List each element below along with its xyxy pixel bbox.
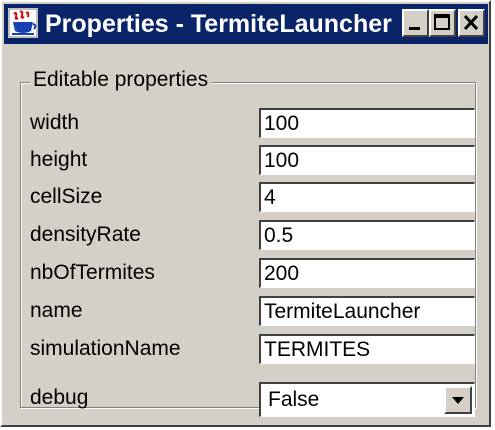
dropdown-button[interactable]: [444, 386, 472, 414]
minimize-button[interactable]: [402, 9, 429, 37]
maximize-button[interactable]: [429, 9, 456, 37]
name-field[interactable]: [259, 296, 475, 326]
title-bar[interactable]: Properties - TermiteLauncher: [4, 4, 488, 44]
label-densityrate: densityRate: [30, 223, 141, 246]
label-cellsize: cellSize: [30, 185, 103, 208]
debug-selected-value: False: [268, 388, 320, 411]
label-width: width: [30, 111, 80, 134]
window-title: Properties - TermiteLauncher: [45, 10, 392, 38]
label-simulationname: simulationName: [30, 337, 181, 360]
properties-window: Properties - TermiteLauncher Editable pr…: [0, 0, 491, 427]
simulationname-field[interactable]: [259, 334, 475, 364]
cellsize-field[interactable]: [259, 182, 475, 212]
java-cup-icon: [8, 8, 38, 38]
minimize-icon: [409, 27, 420, 30]
label-name: name: [30, 299, 83, 322]
close-icon: [463, 14, 479, 31]
chevron-down-icon: [452, 397, 464, 404]
densityrate-field[interactable]: [259, 220, 475, 250]
label-nboftermites: nbOfTermites: [30, 261, 155, 284]
label-height: height: [30, 148, 88, 171]
nboftermites-field[interactable]: [259, 258, 475, 288]
width-field[interactable]: [259, 108, 475, 138]
maximize-icon: [434, 14, 450, 30]
label-debug: debug: [30, 386, 89, 409]
close-button[interactable]: [458, 9, 485, 37]
debug-select[interactable]: False: [259, 382, 475, 417]
height-field[interactable]: [259, 145, 475, 175]
group-title: Editable properties: [30, 67, 212, 93]
